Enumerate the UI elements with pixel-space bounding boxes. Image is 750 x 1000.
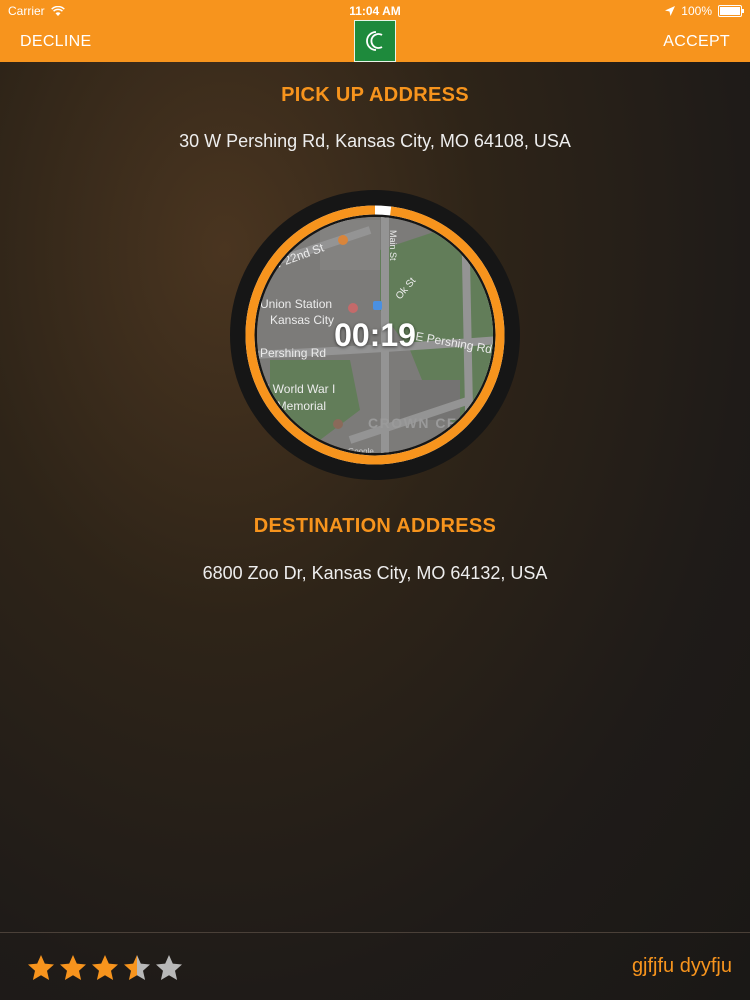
location-arrow-icon bbox=[665, 6, 676, 16]
pickup-address: 30 W Pershing Rd, Kansas City, MO 64108,… bbox=[179, 131, 571, 151]
countdown-timer: 00:19 bbox=[334, 316, 416, 353]
star-icon bbox=[92, 955, 118, 980]
star-icon bbox=[28, 955, 54, 980]
decline-button[interactable]: DECLINE bbox=[20, 33, 91, 51]
timer-map-circle: W 22nd St Union Station Kansas City Pers… bbox=[230, 190, 520, 480]
star-icon bbox=[124, 955, 150, 980]
clock: 11:04 AM bbox=[349, 4, 401, 18]
passenger-name: gjfjfu dyyfju bbox=[631, 955, 732, 977]
rating-stars bbox=[26, 953, 184, 983]
destination-title: DESTINATION ADDRESS bbox=[253, 515, 497, 537]
app-logo bbox=[354, 20, 396, 62]
battery-percent: 100% bbox=[681, 4, 712, 18]
pickup-title: PICK UP ADDRESS bbox=[281, 84, 469, 106]
status-bar: Carrier 11:04 AM 100% bbox=[0, 0, 750, 22]
carrier-label: Carrier bbox=[8, 4, 45, 18]
star-icon bbox=[156, 955, 182, 980]
accept-button[interactable]: ACCEPT bbox=[663, 33, 730, 51]
star-icon bbox=[60, 955, 86, 980]
cc-logo-icon bbox=[366, 31, 383, 51]
driver-footer: gjfjfu dyyfju bbox=[0, 932, 750, 1000]
battery-icon bbox=[718, 5, 744, 17]
destination-address: 6800 Zoo Dr, Kansas City, MO 64132, USA bbox=[202, 563, 548, 583]
wifi-icon bbox=[50, 6, 65, 16]
